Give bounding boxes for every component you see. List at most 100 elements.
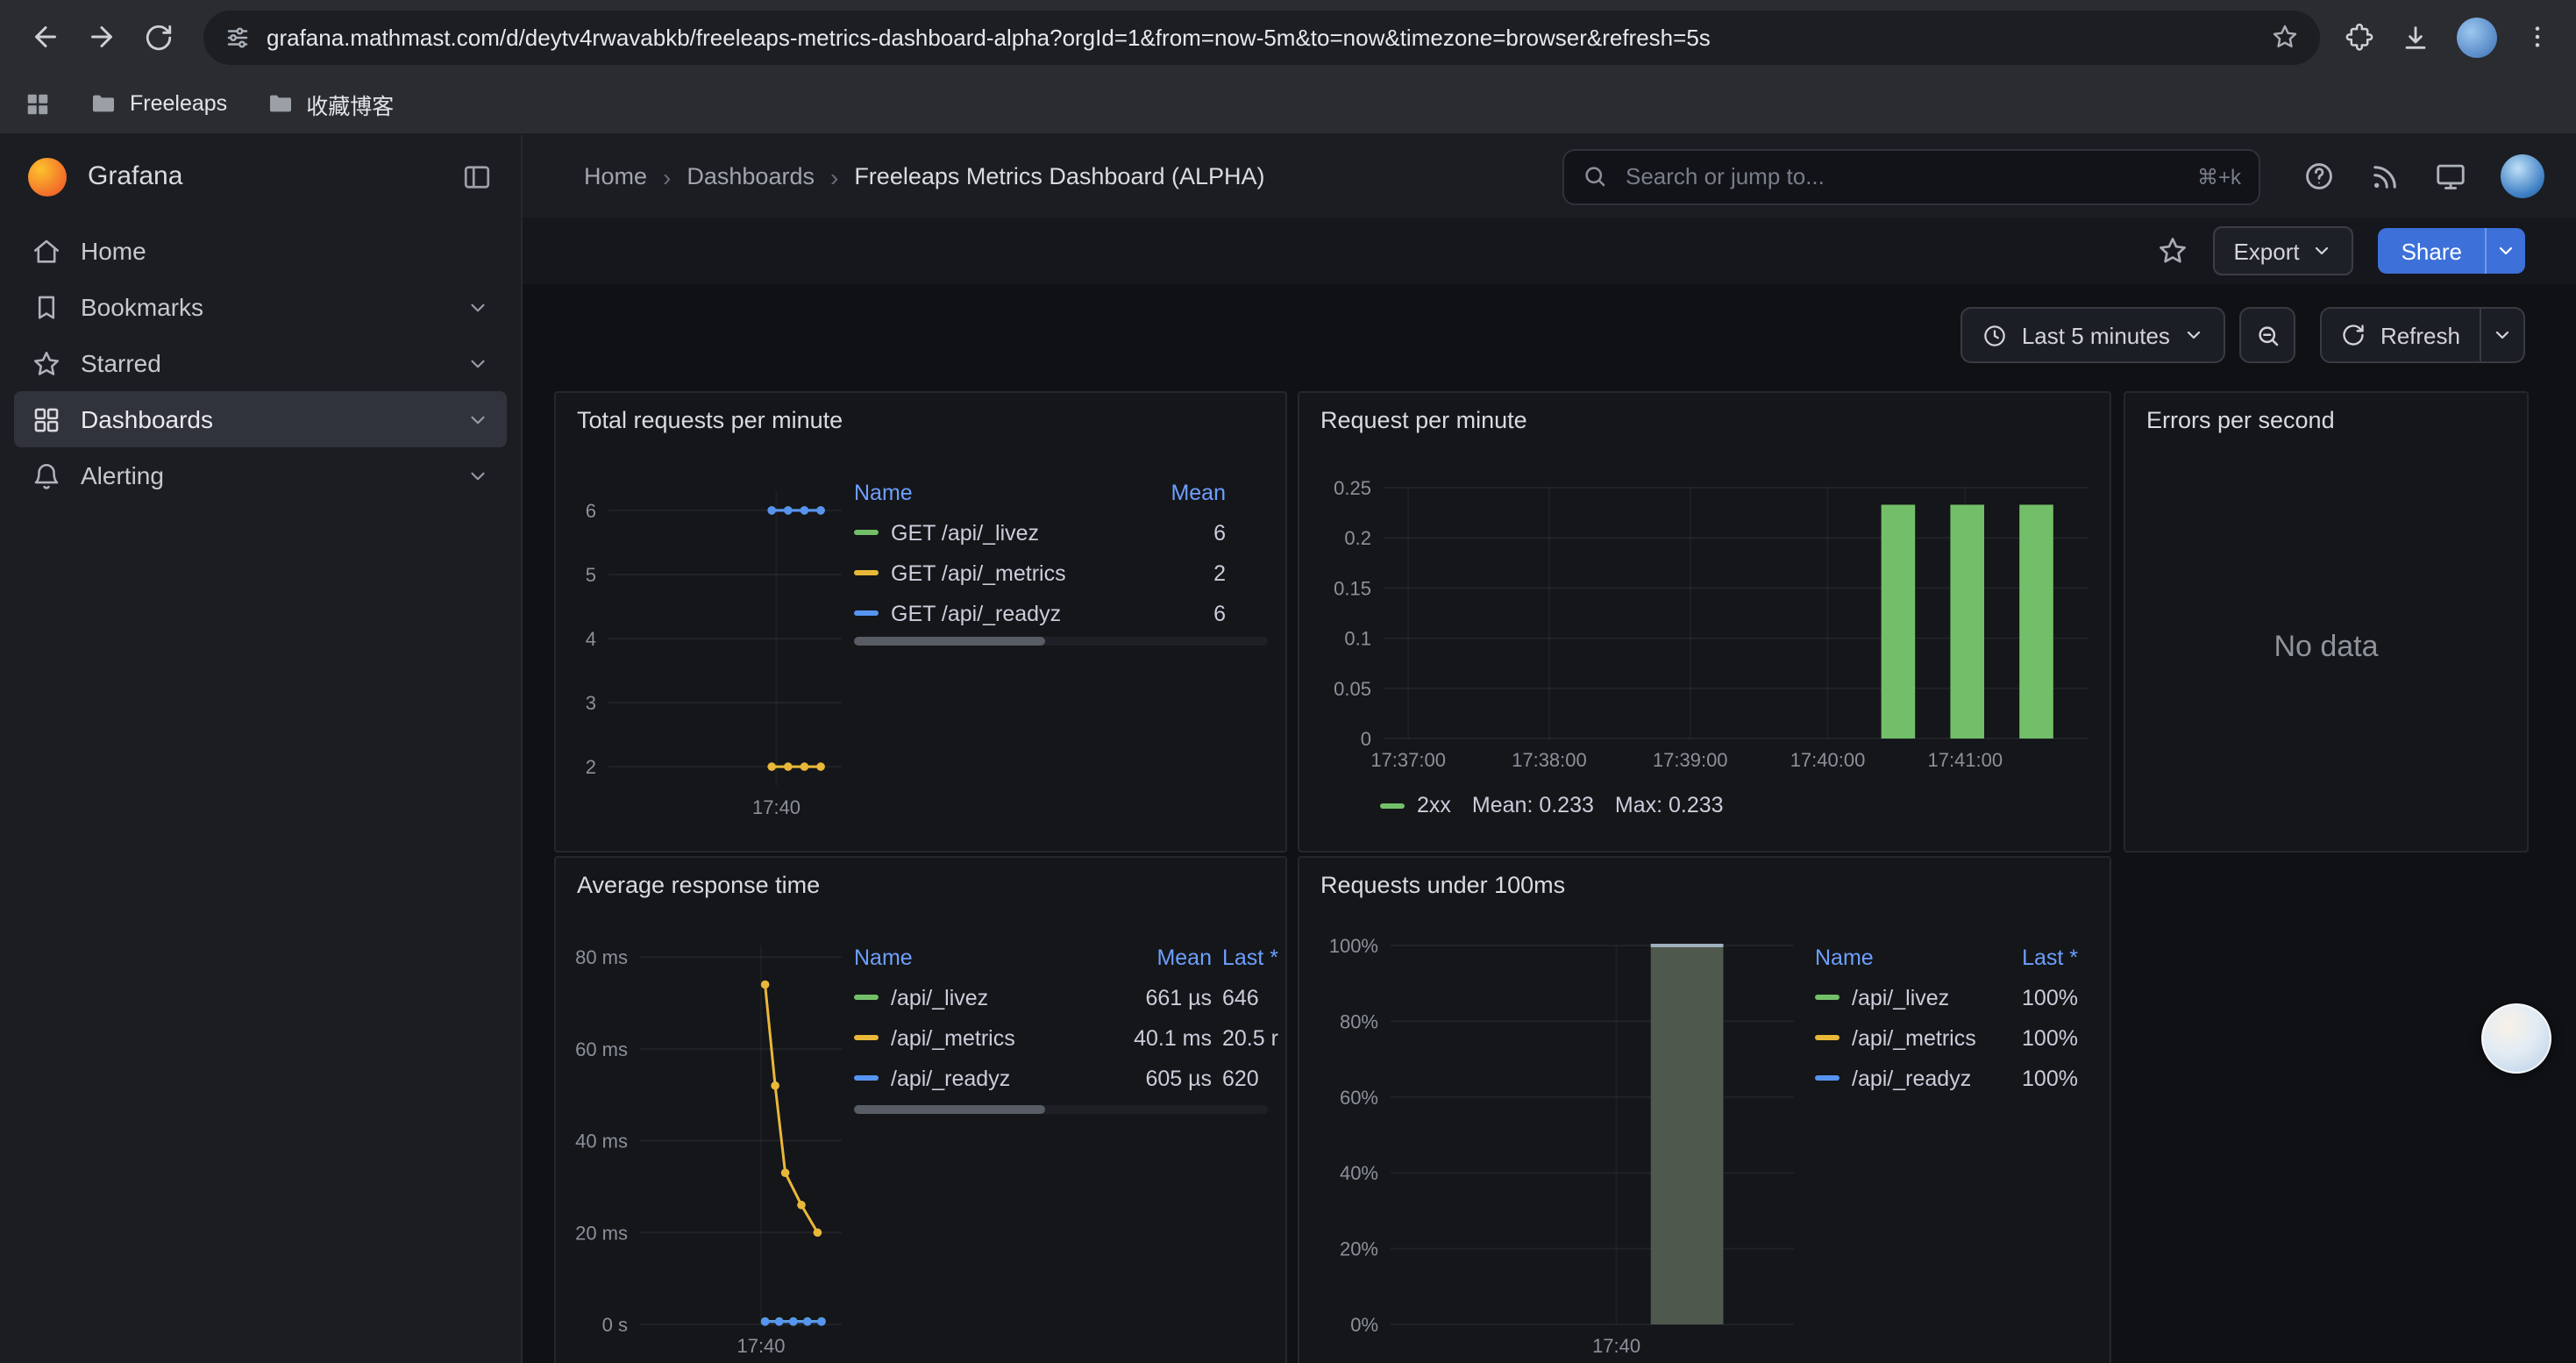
browser-profile-avatar[interactable]	[2457, 17, 2497, 57]
legend-scrollbar[interactable]	[854, 1105, 1268, 1114]
chevron-down-icon	[2495, 240, 2516, 261]
svg-text:60%: 60%	[1340, 1087, 1378, 1109]
export-button[interactable]: Export	[2212, 226, 2353, 275]
svg-text:0.1: 0.1	[1344, 628, 1371, 650]
browser-menu-icon[interactable]	[2523, 23, 2551, 51]
floating-avatar[interactable]	[2481, 1003, 2551, 1074]
monitor-kiosk-icon[interactable]	[2434, 160, 2467, 193]
search-box[interactable]: ⌘+k	[1562, 148, 2260, 204]
series-color-chip	[854, 1075, 879, 1081]
url-bar[interactable]: grafana.mathmast.com/d/deytv4rwavabkb/fr…	[203, 10, 2320, 64]
sidebar-item-label: Dashboards	[81, 405, 213, 433]
site-info-icon[interactable]	[224, 24, 251, 50]
svg-text:17:40: 17:40	[752, 796, 801, 818]
legend-value: 6	[1156, 601, 1226, 625]
legend-series-label[interactable]: /api/_livez	[1815, 985, 1987, 1010]
favorite-star-button[interactable]	[2156, 235, 2188, 267]
no-data-message: No data	[2125, 393, 2527, 851]
svg-text:0.25: 0.25	[1334, 477, 1371, 499]
sidebar-item-label: Alerting	[81, 461, 164, 489]
bookmark-folder-blogs[interactable]: 收藏博客	[266, 87, 394, 120]
panel-errors-per-second[interactable]: Errors per second No data	[2124, 391, 2529, 853]
grafana-app: Grafana Home Bookmarks	[0, 135, 2576, 1363]
legend-series-label[interactable]: /api/_readyz	[1815, 1066, 1987, 1090]
chart-request-per-minute[interactable]: 00.050.10.150.20.2517:37:0017:38:0017:39…	[1299, 393, 2110, 851]
svg-text:2: 2	[586, 756, 596, 778]
legend-series-label[interactable]: /api/_metrics	[854, 1025, 1122, 1050]
legend-series-label[interactable]: /api/_metrics	[1815, 1025, 1987, 1050]
chart-under-100ms[interactable]: 100%80%60%40%20%0%17:40	[1299, 858, 2110, 1363]
chevron-down-icon[interactable]	[466, 296, 489, 318]
legend-column-header[interactable]: Name	[854, 945, 1122, 969]
star-outline-icon	[2156, 235, 2188, 267]
legend-mean: Mean: 0.233	[1472, 793, 1594, 817]
sidebar: Grafana Home Bookmarks	[0, 135, 523, 1363]
url-text[interactable]: grafana.mathmast.com/d/deytv4rwavabkb/fr…	[267, 24, 2255, 50]
legend-value: 2	[1156, 560, 1226, 585]
legend-series-label[interactable]: /api/_readyz	[854, 1066, 1122, 1090]
legend-column-header[interactable]: Name	[854, 480, 1145, 504]
sidebar-item-label: Starred	[81, 349, 161, 377]
panel-under-100ms[interactable]: Requests under 100ms 100%80%60%40%20%0%1…	[1298, 856, 2111, 1363]
share-button[interactable]: Share	[2379, 228, 2485, 274]
sidebar-item-starred[interactable]: Starred	[14, 335, 507, 391]
back-button[interactable]	[18, 9, 74, 65]
breadcrumb-dashboards[interactable]: Dashboards	[687, 163, 815, 189]
chevron-down-icon[interactable]	[466, 464, 489, 487]
dashboard-actions: Export Share	[523, 218, 2576, 284]
sidebar-collapse-icon[interactable]	[461, 161, 493, 192]
legend-max: Max: 0.233	[1615, 793, 1724, 817]
share-label: Share	[2402, 238, 2462, 264]
bell-icon	[32, 460, 61, 490]
legend-value: 100%	[1997, 1025, 2078, 1050]
panel-total-requests[interactable]: Total requests per minute 6543217:40 Nam…	[554, 391, 1287, 853]
legend-column-header[interactable]: Name	[1815, 945, 1987, 969]
brand-title: Grafana	[88, 161, 440, 191]
sidebar-nav: Home Bookmarks Starred	[14, 223, 507, 503]
sidebar-item-alerting[interactable]: Alerting	[14, 447, 507, 503]
legend-table: NameLast */api/_livez100%/api/_metrics10…	[1815, 937, 2078, 1098]
panel-avg-response-time[interactable]: Average response time 80 ms60 ms40 ms20 …	[554, 856, 1287, 1363]
chevron-down-icon[interactable]	[466, 408, 489, 431]
bookmark-folder-freeleaps[interactable]: Freeleaps	[89, 89, 227, 118]
chevron-down-icon[interactable]	[466, 352, 489, 375]
legend-value: 620	[1222, 1066, 1287, 1090]
screen: grafana.mathmast.com/d/deytv4rwavabkb/fr…	[0, 0, 2576, 1363]
sidebar-item-bookmarks[interactable]: Bookmarks	[14, 279, 507, 335]
svg-text:20 ms: 20 ms	[575, 1222, 628, 1244]
sidebar-item-home[interactable]: Home	[14, 223, 507, 279]
scrollbar-thumb[interactable]	[854, 637, 1044, 646]
bookmark-star-icon[interactable]	[2271, 23, 2299, 51]
legend-series-label[interactable]: GET /api/_readyz	[854, 601, 1145, 625]
svg-text:17:38:00: 17:38:00	[1512, 749, 1587, 771]
legend-series-label[interactable]: /api/_livez	[854, 985, 1122, 1010]
help-icon[interactable]	[2302, 160, 2336, 193]
apps-grid-icon[interactable]	[25, 90, 51, 117]
downloads-icon[interactable]	[2401, 22, 2430, 52]
legend-value: 661 µs	[1133, 985, 1212, 1010]
search-input[interactable]	[1622, 161, 2183, 191]
share-menu-button[interactable]	[2485, 228, 2525, 274]
breadcrumb-home[interactable]: Home	[584, 163, 647, 189]
legend-column-header[interactable]: Mean	[1133, 945, 1212, 969]
reload-button[interactable]	[130, 9, 186, 65]
legend-series-label[interactable]: 2xx	[1380, 793, 1451, 817]
extensions-icon[interactable]	[2345, 22, 2374, 52]
scrollbar-thumb[interactable]	[854, 1105, 1044, 1114]
news-rss-icon[interactable]	[2369, 161, 2401, 192]
sidebar-item-dashboards[interactable]: Dashboards	[14, 391, 507, 447]
legend-column-header[interactable]: Last *	[1222, 945, 1287, 969]
user-avatar[interactable]	[2501, 154, 2544, 198]
grafana-logo[interactable]	[28, 157, 67, 196]
arrow-right-icon	[86, 21, 117, 53]
search-icon	[1582, 163, 1608, 189]
breadcrumb-current: Freeleaps Metrics Dashboard (ALPHA)	[854, 163, 1264, 189]
svg-text:80%: 80%	[1340, 1010, 1378, 1032]
legend-column-header[interactable]: Last *	[1997, 945, 2078, 969]
legend-column-header[interactable]: Mean	[1156, 480, 1226, 504]
legend-series-label[interactable]: GET /api/_livez	[854, 520, 1145, 545]
panel-request-per-minute[interactable]: Request per minute 00.050.10.150.20.2517…	[1298, 391, 2111, 853]
legend-scrollbar[interactable]	[854, 637, 1268, 646]
forward-button[interactable]	[74, 9, 130, 65]
legend-series-label[interactable]: GET /api/_metrics	[854, 560, 1145, 585]
